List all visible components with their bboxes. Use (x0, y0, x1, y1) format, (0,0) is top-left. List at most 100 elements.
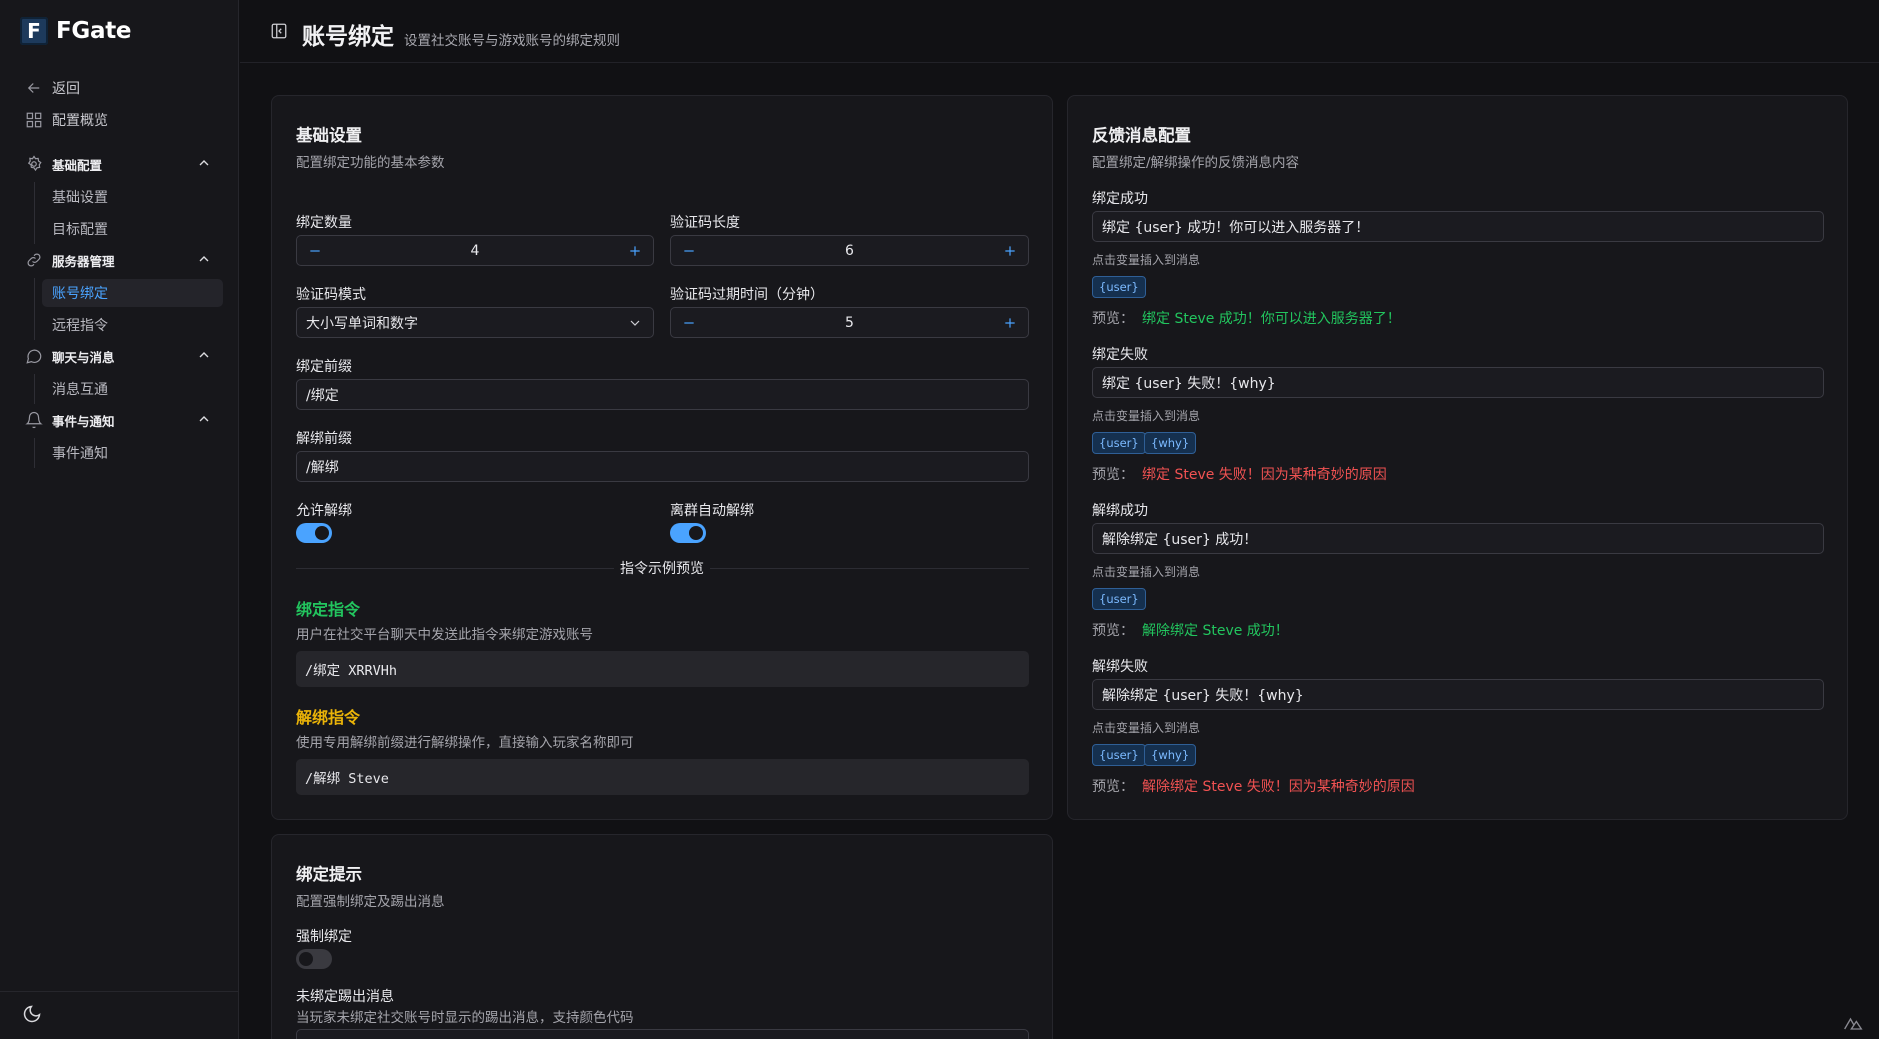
sidebar-item-basic-settings[interactable]: 基础设置 (42, 183, 223, 211)
card-description: 配置绑定/解绑操作的反馈消息内容 (1092, 155, 1300, 171)
minus-icon[interactable] (297, 236, 333, 265)
nuxt-devtools-icon[interactable] (1843, 1017, 1865, 1033)
moon-icon[interactable] (22, 1004, 44, 1026)
chevron-down-icon (627, 315, 643, 331)
bind-prefix-input[interactable]: /绑定 (296, 379, 1029, 410)
preview-label: 预览： (1092, 623, 1134, 639)
code-mode-select[interactable]: 大小写单词和数字 (296, 307, 654, 338)
bind-command-example: /绑定 XRRVHh (296, 651, 1029, 687)
chevron-up-icon[interactable] (196, 155, 214, 173)
card-description: 配置强制绑定及踢出消息 (296, 894, 445, 910)
sidebar-item-overview[interactable]: 配置概览 (24, 106, 108, 134)
variable-tag-user[interactable]: {user} (1092, 432, 1146, 454)
unbind-fail-preview: 预览： 解除绑定 Steve 失败！因为某种奇妙的原因 (1092, 776, 1415, 796)
bind-count-stepper[interactable]: 4 (296, 235, 654, 266)
unbind-success-preview: 预览： 解除绑定 Steve 成功！ (1092, 620, 1289, 640)
group-label: 事件与通知 (52, 413, 115, 429)
back-button[interactable]: 返回 (24, 74, 80, 102)
card-title: 反馈消息配置 (1092, 126, 1191, 145)
page-subtitle: 设置社交账号与游戏账号的绑定规则 (404, 33, 620, 49)
plus-icon[interactable] (617, 236, 653, 265)
code-length-value[interactable]: 6 (707, 243, 992, 259)
preview-divider-label: 指令示例预览 (614, 558, 710, 578)
plus-icon[interactable] (992, 236, 1028, 265)
group-chat-messages[interactable]: 聊天与消息 (24, 343, 214, 369)
preview-label: 预览： (1092, 311, 1134, 327)
chevron-up-icon[interactable] (196, 347, 214, 365)
minus-icon[interactable] (671, 308, 707, 337)
sidebar-item-remote-command[interactable]: 远程指令 (42, 311, 223, 339)
bind-prefix-label: 绑定前缀 (296, 359, 352, 375)
preview-label: 预览： (1092, 467, 1134, 483)
kick-message-desc: 当玩家未绑定社交账号时显示的踢出消息，支持颜色代码 (296, 1010, 634, 1026)
code-expire-stepper[interactable]: 5 (670, 307, 1029, 338)
sidebar-footer (0, 991, 239, 1039)
sidebar-toggle-icon[interactable] (270, 22, 290, 42)
gear-icon (24, 154, 44, 174)
force-bind-toggle[interactable] (296, 949, 332, 969)
code-mode-label: 验证码模式 (296, 287, 366, 303)
unbind-prefix-label: 解绑前缀 (296, 431, 352, 447)
unbind-prefix-input[interactable]: /解绑 (296, 451, 1029, 482)
unbind-success-input[interactable]: 解除绑定 {user} 成功！ (1092, 523, 1824, 554)
group-label: 聊天与消息 (52, 349, 115, 365)
auto-unbind-toggle[interactable] (670, 523, 706, 543)
unbind-fail-input[interactable]: 解除绑定 {user} 失败！{why} (1092, 679, 1824, 710)
minus-icon[interactable] (671, 236, 707, 265)
group-line (34, 438, 35, 468)
bell-icon (24, 410, 44, 430)
app-name: FGate (56, 18, 132, 44)
page-title: 账号绑定 (302, 24, 394, 50)
bind-fail-label: 绑定失败 (1092, 347, 1148, 363)
variable-tag-why[interactable]: {why} (1144, 744, 1197, 766)
code-length-label: 验证码长度 (670, 215, 740, 231)
kick-message-label: 未绑定踢出消息 (296, 989, 394, 1005)
group-basic-config[interactable]: 基础配置 (24, 151, 214, 177)
allow-unbind-toggle[interactable] (296, 523, 332, 543)
bind-count-label: 绑定数量 (296, 215, 352, 231)
bind-success-input[interactable]: 绑定 {user} 成功！你可以进入服务器了！ (1092, 211, 1824, 242)
insert-hint: 点击变量插入到消息 (1092, 409, 1201, 423)
bind-success-preview: 预览： 绑定 Steve 成功！你可以进入服务器了！ (1092, 308, 1401, 328)
code-mode-value: 大小写单词和数字 (306, 315, 418, 332)
plus-icon[interactable] (992, 308, 1028, 337)
sidebar-item-event-notify[interactable]: 事件通知 (42, 439, 223, 467)
insert-hint: 点击变量插入到消息 (1092, 253, 1201, 267)
chat-bubble-icon (24, 346, 44, 366)
group-server-management[interactable]: 服务器管理 (24, 247, 214, 273)
link-icon (24, 250, 44, 270)
chevron-up-icon[interactable] (196, 411, 214, 429)
bind-fail-input[interactable]: 绑定 {user} 失败！{why} (1092, 367, 1824, 398)
chevron-up-icon[interactable] (196, 251, 214, 269)
preview-text: 绑定 Steve 成功！你可以进入服务器了！ (1142, 311, 1401, 327)
arrow-left-icon (24, 78, 44, 98)
variable-tag-user[interactable]: {user} (1092, 588, 1146, 610)
sidebar-item-message-sync[interactable]: 消息互通 (42, 375, 223, 403)
code-expire-value[interactable]: 5 (707, 315, 992, 331)
insert-hint: 点击变量插入到消息 (1092, 565, 1201, 579)
group-line (34, 182, 35, 244)
sidebar-item-account-binding[interactable]: 账号绑定 (42, 279, 223, 307)
group-events-notifications[interactable]: 事件与通知 (24, 407, 214, 433)
code-expire-label: 验证码过期时间（分钟） (670, 287, 824, 303)
preview-text: 绑定 Steve 失败！因为某种奇妙的原因 (1142, 467, 1387, 483)
basic-settings-card: 基础设置 配置绑定功能的基本参数 绑定数量 4 验证码长度 6 验证码模式 大小… (271, 95, 1053, 820)
variable-tag-user[interactable]: {user} (1092, 744, 1146, 766)
sidebar-item-target-config[interactable]: 目标配置 (42, 215, 223, 243)
variable-tag-user[interactable]: {user} (1092, 276, 1146, 298)
app-logo[interactable]: F FGate (20, 17, 132, 45)
kick-message-input[interactable] (296, 1029, 1029, 1039)
preview-text: 解除绑定 Steve 成功！ (1142, 623, 1289, 639)
bind-count-value[interactable]: 4 (333, 243, 617, 259)
preview-text: 解除绑定 Steve 失败！因为某种奇妙的原因 (1142, 779, 1415, 795)
bind-hint-card: 绑定提示 配置强制绑定及踢出消息 强制绑定 未绑定踢出消息 当玩家未绑定社交账号… (271, 834, 1053, 1039)
page-header: 账号绑定 设置社交账号与游戏账号的绑定规则 (240, 0, 1879, 63)
logo-mark: F (20, 17, 48, 45)
unbind-command-desc: 使用专用解绑前缀进行解绑操作，直接输入玩家名称即可 (296, 735, 634, 751)
preview-label: 预览： (1092, 779, 1134, 795)
bind-fail-preview: 预览： 绑定 Steve 失败！因为某种奇妙的原因 (1092, 464, 1387, 484)
code-length-stepper[interactable]: 6 (670, 235, 1029, 266)
unbind-command-example: /解绑 Steve (296, 759, 1029, 795)
auto-unbind-label: 离群自动解绑 (670, 503, 754, 519)
variable-tag-why[interactable]: {why} (1144, 432, 1197, 454)
